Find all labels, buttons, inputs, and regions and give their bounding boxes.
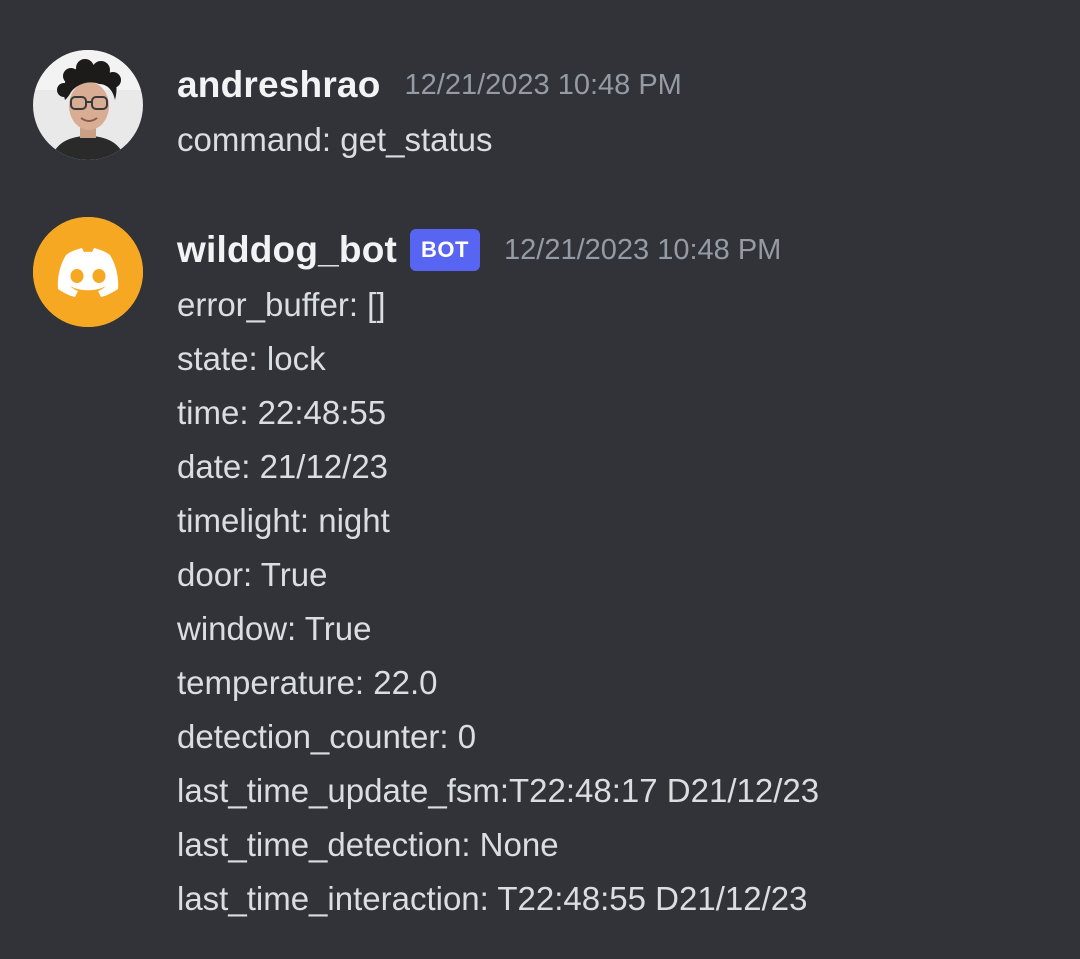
- message-header: wilddog_bot BOT 12/21/2023 10:48 PM: [177, 222, 1060, 278]
- status-line-error-buffer: error_buffer: []: [177, 286, 386, 323]
- user-avatar[interactable]: [33, 50, 143, 160]
- message-content: error_buffer: [] state: lock time: 22:48…: [177, 278, 1060, 926]
- status-line-state: state: lock: [177, 340, 326, 377]
- timestamp[interactable]: 12/21/2023 10:48 PM: [504, 234, 781, 267]
- message-header: andreshrao 12/21/2023 10:48 PM: [177, 57, 1060, 113]
- status-line-last-interaction: last_time_interaction: T22:48:55 D21/12/…: [177, 880, 808, 917]
- status-line-timelight: timelight: night: [177, 502, 390, 539]
- username[interactable]: andreshrao: [177, 64, 381, 106]
- status-line-time: time: 22:48:55: [177, 394, 387, 431]
- status-line-window: window: True: [177, 610, 372, 647]
- status-line-last-update-fsm: last_time_update_fsm:T22:48:17 D21/12/23: [177, 772, 820, 809]
- message-body: andreshrao 12/21/2023 10:48 PM command: …: [177, 57, 1060, 167]
- discord-logo-icon: [33, 217, 143, 327]
- timestamp[interactable]: 12/21/2023 10:48 PM: [405, 69, 682, 102]
- bot-avatar[interactable]: [33, 217, 143, 327]
- status-line-last-detection: last_time_detection: None: [177, 826, 559, 863]
- status-line-temperature: temperature: 22.0: [177, 664, 438, 701]
- bot-badge: BOT: [410, 229, 480, 271]
- user-photo-avatar: [33, 50, 143, 160]
- message-body: wilddog_bot BOT 12/21/2023 10:48 PM erro…: [177, 222, 1060, 926]
- status-line-date: date: 21/12/23: [177, 448, 389, 485]
- status-line-detection-counter: detection_counter: 0: [177, 718, 477, 755]
- username[interactable]: wilddog_bot: [177, 229, 397, 271]
- message-content: command: get_status: [177, 113, 1060, 167]
- message-line: command: get_status: [177, 121, 493, 158]
- status-line-door: door: True: [177, 556, 328, 593]
